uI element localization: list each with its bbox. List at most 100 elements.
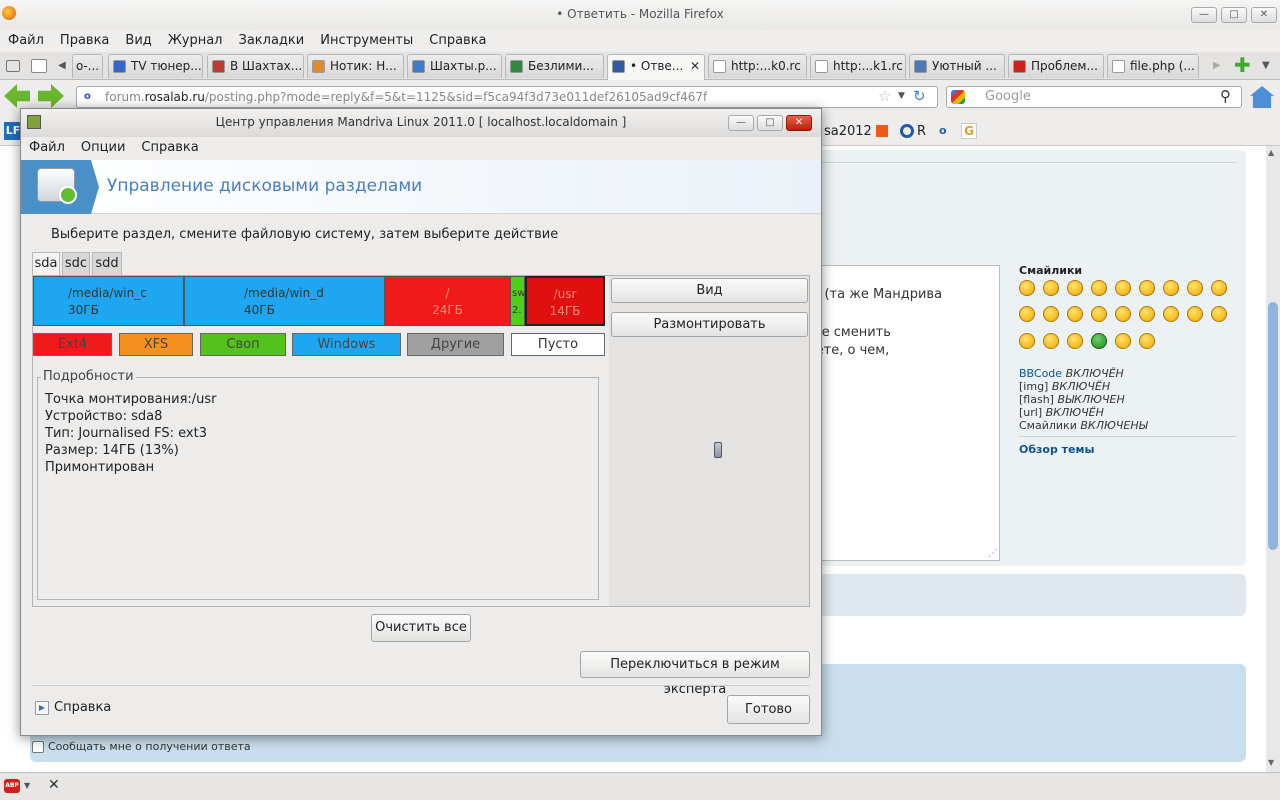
- rss-icon[interactable]: [876, 125, 888, 137]
- browser-tab[interactable]: file.php (...: [1107, 54, 1199, 78]
- menu-help[interactable]: Справка: [421, 30, 494, 52]
- topic-review-link[interactable]: Обзор темы: [1019, 443, 1094, 456]
- view-button[interactable]: Вид: [611, 278, 808, 303]
- page-scrollbar[interactable]: ▲ ▼: [1266, 146, 1280, 772]
- browser-tab[interactable]: http:...k0.rc: [708, 54, 807, 78]
- bookmark-r[interactable]: R: [917, 124, 926, 139]
- scroll-down-icon[interactable]: ▼: [1268, 758, 1274, 767]
- opera-icon[interactable]: [900, 124, 914, 138]
- close-addon-bar-icon[interactable]: ✕: [48, 777, 60, 793]
- maximize-button[interactable]: □: [1221, 7, 1247, 23]
- browser-tab[interactable]: TV тюнер...: [108, 54, 203, 78]
- smiley-icon[interactable]: [1139, 306, 1155, 322]
- browser-tab[interactable]: Нотик: Н...: [307, 54, 404, 78]
- browser-tab[interactable]: В Шахтах...: [207, 54, 304, 78]
- smiley-icon[interactable]: [1043, 333, 1059, 349]
- textarea-resize-handle-icon[interactable]: ⋰: [988, 548, 998, 559]
- minimize-button[interactable]: —: [1191, 7, 1217, 23]
- dialog-menu-options[interactable]: Опции: [73, 137, 133, 159]
- help-expander-label[interactable]: Справка: [54, 700, 111, 715]
- smiley-icon[interactable]: [1019, 280, 1035, 296]
- smiley-icon[interactable]: [1211, 306, 1227, 322]
- notify-checkbox[interactable]: [32, 741, 44, 753]
- reload-tab-icon[interactable]: [31, 59, 47, 73]
- smiley-icon[interactable]: [1139, 280, 1155, 296]
- smiley-icon[interactable]: [1091, 333, 1107, 349]
- bookmark-sa2012[interactable]: sa2012: [824, 124, 872, 139]
- browser-tab[interactable]: о-...: [72, 54, 103, 78]
- menu-history[interactable]: Журнал: [160, 30, 231, 52]
- dialog-menu-help[interactable]: Справка: [133, 137, 206, 159]
- menu-file[interactable]: Файл: [0, 30, 52, 52]
- partition-win-d[interactable]: /media/win_d 40ГБ: [184, 276, 385, 326]
- smiley-icon[interactable]: [1211, 280, 1227, 296]
- browser-tab[interactable]: Шахты.р...: [407, 54, 502, 78]
- smiley-icon[interactable]: [1091, 280, 1107, 296]
- smiley-icon[interactable]: [1187, 306, 1203, 322]
- smiley-icon[interactable]: [1019, 306, 1035, 322]
- search-bar[interactable]: Google: [946, 86, 1242, 108]
- expert-mode-button[interactable]: Переключиться в режим эксперта: [580, 651, 810, 697]
- dialog-maximize-button[interactable]: □: [757, 115, 783, 131]
- smiley-icon[interactable]: [1115, 333, 1131, 349]
- tab-sda[interactable]: sda: [32, 252, 60, 277]
- tab-sdc[interactable]: sdc: [62, 252, 90, 276]
- tab-sdd[interactable]: sdd: [92, 252, 122, 276]
- search-icon[interactable]: ⚲: [1220, 87, 1231, 105]
- scroll-tabs-right-icon[interactable]: ▶: [1213, 60, 1221, 71]
- done-button[interactable]: Готово: [727, 695, 810, 724]
- url-bar[interactable]: forum.rosalab.ru/posting.php?mode=reply&…: [76, 86, 938, 108]
- dialog-menu-file[interactable]: Файл: [21, 137, 73, 159]
- menu-tools[interactable]: Инструменты: [312, 30, 421, 52]
- smiley-icon[interactable]: [1163, 306, 1179, 322]
- smiley-icon[interactable]: [1139, 333, 1155, 349]
- partition-win-c[interactable]: /media/win_c 30ГБ: [33, 276, 184, 326]
- browser-tab[interactable]: Безлими...: [505, 54, 604, 78]
- url-history-dropdown-icon[interactable]: ▼: [898, 91, 905, 101]
- clear-all-button[interactable]: Очистить все: [371, 614, 471, 642]
- smiley-icon[interactable]: [1187, 280, 1203, 296]
- partition-root[interactable]: / 24ГБ: [385, 276, 510, 326]
- unmount-button[interactable]: Размонтировать: [611, 312, 808, 337]
- partition-swap[interactable]: sw 2.: [510, 276, 525, 326]
- adblock-dropdown-icon[interactable]: ▼: [24, 781, 30, 790]
- smiley-icon[interactable]: [1115, 280, 1131, 296]
- menu-view[interactable]: Вид: [117, 30, 159, 52]
- dialog-minimize-button[interactable]: —: [728, 115, 754, 131]
- browser-tab[interactable]: • Отве... ✕: [607, 54, 705, 80]
- scroll-tabs-left-icon[interactable]: ◀: [58, 60, 66, 71]
- new-tab-icon[interactable]: ✚: [1234, 55, 1251, 75]
- help-expander-icon[interactable]: ▶: [35, 701, 49, 715]
- scroll-up-icon[interactable]: ▲: [1268, 148, 1274, 157]
- tab-list-icon[interactable]: [6, 60, 20, 72]
- scrollbar-thumb[interactable]: [1268, 302, 1278, 550]
- site-identity-icon[interactable]: o: [84, 91, 91, 102]
- smiley-icon[interactable]: [1067, 306, 1083, 322]
- bbcode-link[interactable]: BBCode: [1019, 367, 1062, 380]
- google-icon[interactable]: [951, 90, 965, 104]
- smiley-icon[interactable]: [1067, 333, 1083, 349]
- browser-tab[interactable]: Уютный ...: [909, 54, 1005, 78]
- smiley-icon[interactable]: [1019, 333, 1035, 349]
- menu-bookmarks[interactable]: Закладки: [231, 30, 313, 52]
- smiley-icon[interactable]: [1163, 280, 1179, 296]
- g-bookmark-icon[interactable]: G: [961, 123, 977, 139]
- smiley-icon[interactable]: [1067, 280, 1083, 296]
- browser-tab[interactable]: http:...k1.rc: [810, 54, 906, 78]
- close-button[interactable]: ✕: [1251, 7, 1277, 23]
- menu-edit[interactable]: Правка: [52, 30, 117, 52]
- reload-icon[interactable]: ↻: [913, 87, 926, 105]
- dialog-close-button[interactable]: ✕: [786, 115, 812, 131]
- smiley-icon[interactable]: [1043, 306, 1059, 322]
- smiley-icon[interactable]: [1043, 280, 1059, 296]
- smiley-icon[interactable]: [1091, 306, 1107, 322]
- partition-usr-selected[interactable]: /usr 14ГБ: [525, 276, 605, 326]
- close-tab-icon[interactable]: ✕: [690, 55, 700, 78]
- tab-list-dropdown-icon[interactable]: ▼: [1262, 60, 1270, 71]
- small-o-icon[interactable]: o: [939, 124, 947, 137]
- adblock-icon[interactable]: ABP: [4, 779, 20, 793]
- partition-mount: /: [445, 286, 450, 300]
- bookmark-star-icon[interactable]: ☆: [878, 87, 891, 105]
- browser-tab[interactable]: Проблем...: [1008, 54, 1104, 78]
- smiley-icon[interactable]: [1115, 306, 1131, 322]
